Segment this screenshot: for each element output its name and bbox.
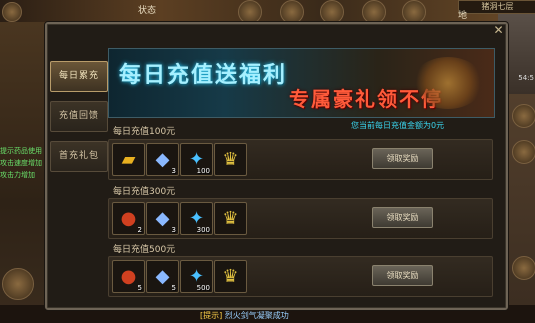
promo-banner: 每日充值送福利 专属豪礼领不停 — [108, 48, 495, 118]
reward-slot[interactable]: ✦ 100 — [180, 143, 213, 176]
claim-reward-button[interactable]: 领取奖励 — [372, 265, 433, 286]
side-menu-icon[interactable] — [512, 104, 535, 128]
system-message-text: 烈火剑气凝聚成功 — [224, 311, 289, 320]
chat-line: 提示药品使用 — [0, 147, 42, 155]
current-recharge-amount: 0元 — [431, 121, 445, 130]
chat-line: 攻击力增加 — [0, 171, 35, 179]
top-hud-bar — [0, 0, 535, 22]
tab-first-recharge-pack[interactable]: 首充礼包 — [50, 141, 108, 172]
tier-row: ▰ ◆ 3 ✦ 100 ♛ 领取奖励 — [108, 139, 493, 180]
system-message-tag: [提示] — [200, 311, 223, 320]
gold-ingot-icon: ▰ — [121, 149, 136, 170]
claim-reward-button[interactable]: 领取奖励 — [372, 207, 433, 228]
reward-slot[interactable]: ✦ 500 — [180, 260, 213, 293]
tier-row: ● 5 ◆ 5 ✦ 500 ♛ 领取奖励 — [108, 256, 493, 297]
tab-daily-recharge[interactable]: 每日累充 — [50, 61, 108, 92]
system-message: [提示] 烈火剑气凝聚成功 — [200, 310, 289, 321]
reward-slot[interactable]: ● 2 — [112, 202, 145, 235]
side-settings-icon[interactable] — [512, 140, 535, 164]
tab-recharge-rewards[interactable]: 充值回馈 — [50, 101, 108, 132]
map-name: 猪洞七层 — [458, 0, 535, 14]
skill-shield-icon[interactable] — [280, 0, 304, 24]
banner-artwork — [412, 57, 484, 109]
map-toggle-button[interactable]: 地 — [458, 8, 467, 21]
tier-row: ● 2 ◆ 3 ✦ 300 ♛ 领取奖励 — [108, 198, 493, 239]
reward-slot[interactable]: ◆ 3 — [146, 143, 179, 176]
skill-rune-icon[interactable] — [402, 0, 426, 24]
joystick-icon[interactable] — [2, 268, 34, 300]
status-label[interactable]: 状态 — [138, 3, 156, 16]
reward-slot[interactable]: ♛ — [214, 260, 247, 293]
reward-slot[interactable]: ◆ 5 — [146, 260, 179, 293]
minimap-time: 54:5 — [518, 74, 534, 82]
skill-bag-icon[interactable] — [320, 0, 344, 24]
gold-crown-icon: ♛ — [222, 149, 239, 170]
current-recharge-label: 您当前每日充值金额为 — [351, 121, 431, 130]
claim-reward-button[interactable]: 领取奖励 — [372, 148, 433, 169]
side-attack-icon[interactable] — [512, 256, 535, 280]
reward-slot[interactable]: ● 5 — [112, 260, 145, 293]
banner-title: 每日充值送福利 — [119, 63, 288, 88]
tier-label: 每日充值500元 — [113, 245, 176, 255]
tier-label: 每日充值100元 — [113, 127, 176, 137]
close-icon: ✕ — [493, 23, 504, 37]
reward-slot[interactable]: ◆ 3 — [146, 202, 179, 235]
reward-slot[interactable]: ♛ — [214, 143, 247, 176]
avatar[interactable] — [2, 2, 22, 22]
gold-crown-icon: ♛ — [222, 266, 239, 287]
chat-line: 攻击速度增加 — [0, 159, 42, 167]
skill-helmet-icon[interactable] — [362, 0, 386, 24]
current-recharge-status: 您当前每日充值金额为0元 — [351, 120, 444, 131]
tier-label: 每日充值300元 — [113, 187, 176, 197]
gold-crown-icon: ♛ — [222, 208, 239, 229]
reward-slot[interactable]: ✦ 300 — [180, 202, 213, 235]
skill-fire-icon[interactable] — [238, 0, 262, 24]
reward-slot[interactable]: ♛ — [214, 202, 247, 235]
close-button[interactable]: ✕ — [492, 24, 505, 37]
reward-slot[interactable]: ▰ — [112, 143, 145, 176]
